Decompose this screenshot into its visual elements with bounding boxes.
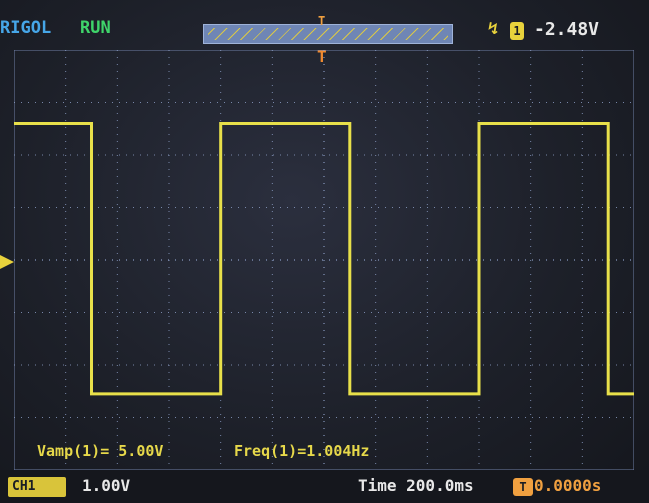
channel-1-scale[interactable]: 1.00V	[82, 476, 130, 495]
waveform-display[interactable]	[14, 50, 634, 470]
rising-edge-icon[interactable]: ↯	[488, 19, 498, 39]
memory-depth-bar[interactable]	[203, 24, 453, 44]
bottom-status-bar: CH1 1.00V Time 200.0ms T 0.0000s	[0, 470, 649, 503]
frequency-measurement: Freq(1)=1.004Hz	[234, 442, 370, 460]
run-status[interactable]: RUN	[80, 18, 111, 38]
trigger-level[interactable]: -2.48V	[534, 19, 599, 40]
trigger-source-badge[interactable]: 1	[510, 22, 524, 40]
brand-label: RIGOL	[0, 18, 52, 38]
graticule-grid	[14, 50, 634, 470]
channel-1-label: CH1	[12, 479, 36, 494]
memory-trigger-marker-icon: T	[318, 14, 326, 28]
channel-1-trace	[14, 122, 634, 396]
timebase[interactable]: Time 200.0ms	[358, 476, 474, 495]
oscilloscope-screen: RIGOL RUN T ↯ 1 -2.48V T Vamp(1)= 5.00V …	[0, 0, 649, 503]
horizontal-offset[interactable]: 0.0000s	[534, 476, 601, 495]
channel-1-ground-marker-icon[interactable]	[0, 255, 14, 269]
memory-waveform-preview	[208, 28, 448, 40]
horizontal-offset-icon: T	[513, 478, 533, 496]
waveform-graticule	[14, 50, 634, 470]
status-bar: RIGOL RUN T ↯ 1 -2.48V	[0, 14, 649, 44]
channel-1-badge[interactable]: CH1	[8, 477, 66, 497]
amplitude-measurement: Vamp(1)= 5.00V	[37, 442, 164, 460]
